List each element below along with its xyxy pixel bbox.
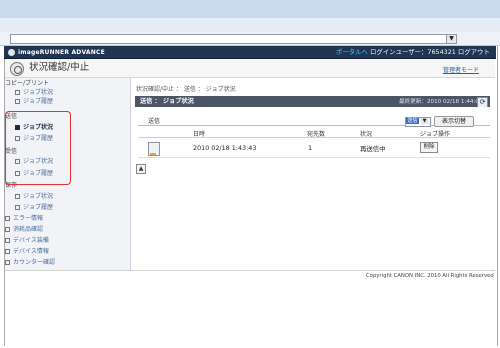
sidebar-group-copy-print: コピー/プリント [5, 80, 50, 87]
row-destinations: 1 [308, 144, 313, 152]
document-icon [148, 142, 160, 156]
login-user-logout[interactable]: ログインユーザー：7654321 ログアウト [370, 48, 490, 56]
bullet-icon [5, 227, 10, 232]
section-label: 送信 [148, 118, 161, 125]
portal-link[interactable]: ポータルへ [336, 48, 368, 56]
bullet-icon [15, 99, 20, 104]
footer-divider [5, 270, 495, 271]
divider [138, 137, 490, 138]
sidebar-link-device-info[interactable]: デバイス情報 [5, 248, 49, 256]
sidebar-item-label: ジョブ履歴 [23, 98, 54, 105]
sidebar-link-label: デバイス情報 [13, 248, 49, 255]
browser-tab-bar [0, 18, 500, 33]
sidebar-link-label: デバイス装備 [13, 237, 49, 244]
sidebar-link-label: カウンター確認 [13, 259, 56, 266]
back-to-top-button[interactable]: ▲ [136, 164, 146, 174]
sidebar-item-store-job-status[interactable]: ジョブ状況 [15, 193, 53, 201]
row-datetime: 2010 02/18 1:43:43 [193, 144, 257, 152]
panel-title: 送信 ： ジョブ状況 [140, 98, 194, 105]
page-title: 状況確認/中止 [29, 62, 90, 73]
switch-display-button[interactable]: 表示切替 [434, 116, 474, 127]
bullet-icon [5, 238, 10, 243]
sidebar-link-consumables[interactable]: 消耗品確認 [5, 226, 43, 234]
address-dropdown-button[interactable]: ▼ [446, 34, 457, 44]
sidebar-link-counter-check[interactable]: カウンター確認 [5, 259, 55, 267]
sidebar-link-device-equipment[interactable]: デバイス装備 [5, 237, 49, 245]
bullet-icon [15, 90, 20, 95]
browser-title-bar [0, 0, 500, 18]
app-name: imageRUNNER ADVANCE [18, 49, 105, 56]
bullet-icon [15, 194, 20, 199]
admin-mode-link[interactable]: 管理者モード [443, 65, 479, 74]
sidebar-item-store-job-history[interactable]: ジョブ履歴 [15, 204, 53, 212]
breadcrumb: 状況確認/中止 ： 送信 ： ジョブ状況 [136, 86, 236, 93]
sidebar-item-label: ジョブ状況 [23, 89, 54, 96]
sidebar-item-label: ジョブ状況 [23, 193, 54, 200]
bullet-icon [5, 260, 10, 265]
status-monitor-icon [10, 62, 24, 76]
copyright-text: Copyright CANON INC. 2010 All Rights Res… [366, 273, 494, 279]
last-update-timestamp: 最終更新：2010 02/18 1:44:06 [399, 99, 483, 105]
job-type-select-value[interactable]: 送信 [406, 118, 419, 124]
sidebar-link-label: エラー情報 [13, 215, 44, 222]
bullet-icon [5, 249, 10, 254]
highlight-annotation-box [5, 111, 71, 185]
bullet-icon [15, 205, 20, 210]
row-status: 再送信中 [360, 145, 386, 153]
divider [138, 157, 490, 158]
bullet-icon [5, 216, 10, 221]
sidebar-link-error-info[interactable]: エラー情報 [5, 215, 43, 223]
chevron-down-icon[interactable]: ▼ [421, 118, 428, 124]
sidebar-item-label: ジョブ履歴 [23, 204, 54, 211]
canon-logo-icon [8, 49, 15, 56]
sidebar-item-copy-job-history[interactable]: ジョブ履歴 [15, 98, 53, 106]
sidebar-item-copy-job-status[interactable]: ジョブ状況 [15, 89, 53, 97]
address-input[interactable] [10, 34, 456, 44]
delete-button[interactable]: 削除 [420, 142, 438, 153]
sidebar-link-label: 消耗品確認 [13, 226, 44, 233]
